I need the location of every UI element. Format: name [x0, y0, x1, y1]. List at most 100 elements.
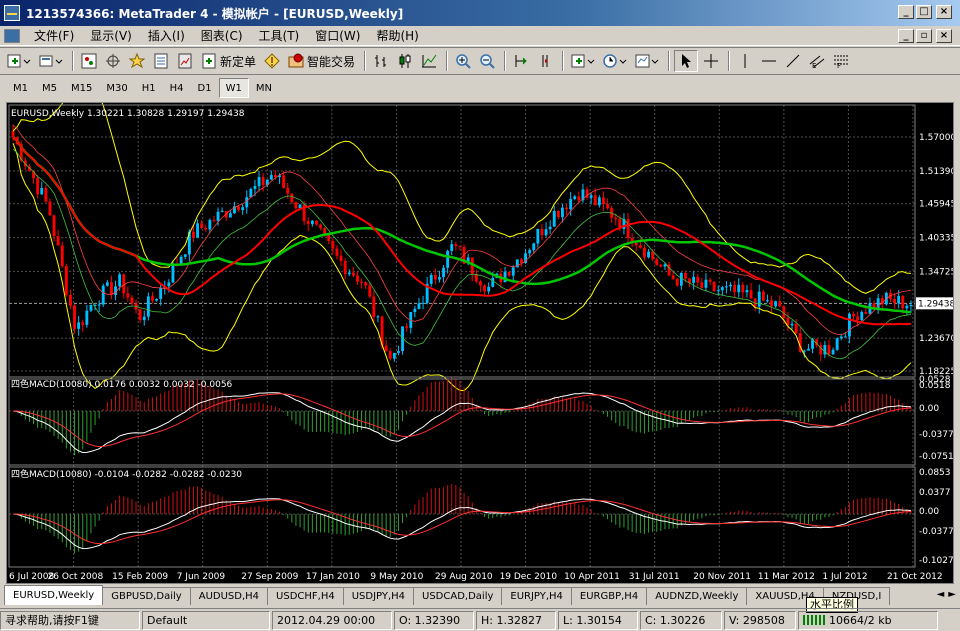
fibonacci-button[interactable]: F: [830, 50, 852, 72]
crosshair-target-icon: [106, 54, 120, 68]
auto-scroll-button[interactable]: [510, 50, 532, 72]
candle-body: [146, 296, 150, 317]
candle-body: [626, 218, 630, 239]
timeframe-mn-button[interactable]: MN: [249, 78, 279, 98]
tab-eurjpy-h4[interactable]: EURJPY,H4: [501, 587, 572, 605]
timeframe-m5-button[interactable]: M5: [35, 78, 64, 98]
candle-body: [413, 308, 417, 313]
tab-scroll-controls: ◄ ►: [937, 589, 956, 600]
tab-usdjpy-h4[interactable]: USDJPY,H4: [342, 587, 415, 605]
horizontal-line-icon: [762, 60, 777, 62]
chart-document-icon[interactable]: [4, 28, 20, 43]
crosshair-button[interactable]: [700, 50, 722, 72]
timeframe-m30-button[interactable]: M30: [99, 78, 134, 98]
line-chart-button[interactable]: [418, 50, 440, 72]
doc-close-button[interactable]: ×: [936, 29, 952, 43]
menu-charts[interactable]: 图表(C): [193, 27, 251, 44]
candle-body: [487, 286, 491, 292]
candle-body: [802, 350, 806, 352]
zoom-in-button[interactable]: [452, 50, 474, 72]
tab-usdchf-h4[interactable]: USDCHF,H4: [267, 587, 344, 605]
candlestick-button[interactable]: [394, 50, 416, 72]
menu-view[interactable]: 显示(V): [82, 27, 140, 44]
timeframe-m1-button[interactable]: M1: [6, 78, 35, 98]
minimize-button[interactable]: _: [898, 5, 914, 19]
timeframe-w1-button[interactable]: W1: [218, 78, 249, 98]
candle-body: [651, 251, 655, 260]
indicators-button[interactable]: [568, 50, 598, 72]
toolbar-separator: [668, 51, 671, 71]
tab-audusd-h4[interactable]: AUDUSD,H4: [189, 587, 269, 605]
macd-pane-2[interactable]: [12, 484, 912, 554]
price-pane[interactable]: [11, 79, 913, 392]
candle-body: [659, 264, 663, 267]
candle-body: [237, 206, 240, 210]
periods-button[interactable]: [600, 50, 630, 72]
timeframe-m15-button[interactable]: M15: [64, 78, 99, 98]
chart-shift-button[interactable]: [534, 50, 556, 72]
window-controls: _ □ ×: [898, 5, 952, 19]
tab-eurusd-weekly[interactable]: EURUSD,Weekly: [4, 585, 104, 605]
tab-gbpusd-daily[interactable]: GBPUSD,Daily: [102, 587, 191, 605]
candle-body: [421, 302, 425, 304]
chart-window[interactable]: 6 Jul 2008 26 Oct 2008 15 Feb 2009 7 Jun 20…: [6, 79, 956, 584]
candle-body: [737, 284, 741, 293]
candle-body: [643, 247, 646, 258]
cursor-button[interactable]: [674, 50, 699, 72]
timeframe-h1-button[interactable]: H1: [135, 78, 163, 98]
toolbar-separator: [364, 51, 367, 71]
market-watch-button[interactable]: [78, 50, 100, 72]
price-chart-canvas[interactable]: 6 Jul 200826 Oct 2008 15 Feb 2009 7 Jun 20…: [7, 79, 956, 583]
new-chart-button[interactable]: [4, 50, 34, 72]
doc-minimize-button[interactable]: _: [898, 29, 914, 43]
close-button[interactable]: ×: [936, 5, 952, 19]
candle-body: [684, 272, 687, 279]
templates-button[interactable]: [632, 50, 662, 72]
navigator-button[interactable]: [126, 50, 148, 72]
doc-restore-button[interactable]: ▫: [916, 29, 932, 43]
candlestick-icon: [399, 54, 411, 68]
candle-body: [97, 304, 101, 306]
timeframe-d1-button[interactable]: D1: [191, 78, 219, 98]
expert-trading-button[interactable]: 智能交易: [285, 50, 358, 72]
menu-window[interactable]: 窗口(W): [307, 27, 368, 44]
window-titlebar[interactable]: 1213574366: MetaTrader 4 - 模拟帐户 - [EURUS…: [0, 0, 960, 26]
candle-body: [179, 256, 183, 265]
candle-body: [606, 204, 609, 209]
candle-body: [835, 338, 839, 350]
data-window-button[interactable]: [102, 50, 124, 72]
tab-usdcad-daily[interactable]: USDCAD,Daily: [413, 587, 503, 605]
new-order-button[interactable]: 新定单: [198, 50, 259, 72]
chart-grid: [8, 105, 915, 567]
strategy-tester-button[interactable]: [174, 50, 196, 72]
candle-body: [110, 282, 113, 295]
tab-scroll-right-icon[interactable]: ►: [948, 589, 956, 600]
metaeditor-button[interactable]: [261, 50, 283, 72]
macd2-header: 四色MACD(10080) -0.0104 -0.0282 -0.0282 -0…: [11, 468, 242, 480]
candle-body: [269, 175, 273, 180]
candle-body: [589, 195, 593, 198]
bar-chart-button[interactable]: [370, 50, 392, 72]
maximize-button[interactable]: □: [916, 5, 932, 19]
menu-tools[interactable]: 工具(T): [251, 27, 308, 44]
tab-scroll-left-icon[interactable]: ◄: [937, 589, 945, 600]
tab-audnzd-weekly[interactable]: AUDNZD,Weekly: [646, 587, 748, 605]
candle-body: [77, 322, 81, 329]
trendline-button[interactable]: [782, 50, 804, 72]
profiles-button[interactable]: [36, 50, 66, 72]
equidistant-channel-button[interactable]: E: [806, 50, 828, 72]
vertical-line-button[interactable]: [734, 50, 756, 72]
timeframe-h4-button[interactable]: H4: [163, 78, 191, 98]
candle-body: [565, 207, 568, 210]
terminal-button[interactable]: [150, 50, 172, 72]
horizontal-line-button[interactable]: [758, 50, 780, 72]
tab-eurgbp-h4[interactable]: EURGBP,H4: [570, 587, 648, 605]
zoom-out-button[interactable]: [476, 50, 498, 72]
menu-insert[interactable]: 插入(I): [140, 27, 193, 44]
menu-help[interactable]: 帮助(H): [368, 27, 426, 44]
menu-file[interactable]: 文件(F): [26, 27, 82, 44]
macd-main-line: [12, 498, 911, 550]
status-open: O: 1.32390: [394, 610, 474, 630]
vertical-line-icon: [744, 54, 746, 68]
status-profile[interactable]: Default: [142, 610, 270, 630]
